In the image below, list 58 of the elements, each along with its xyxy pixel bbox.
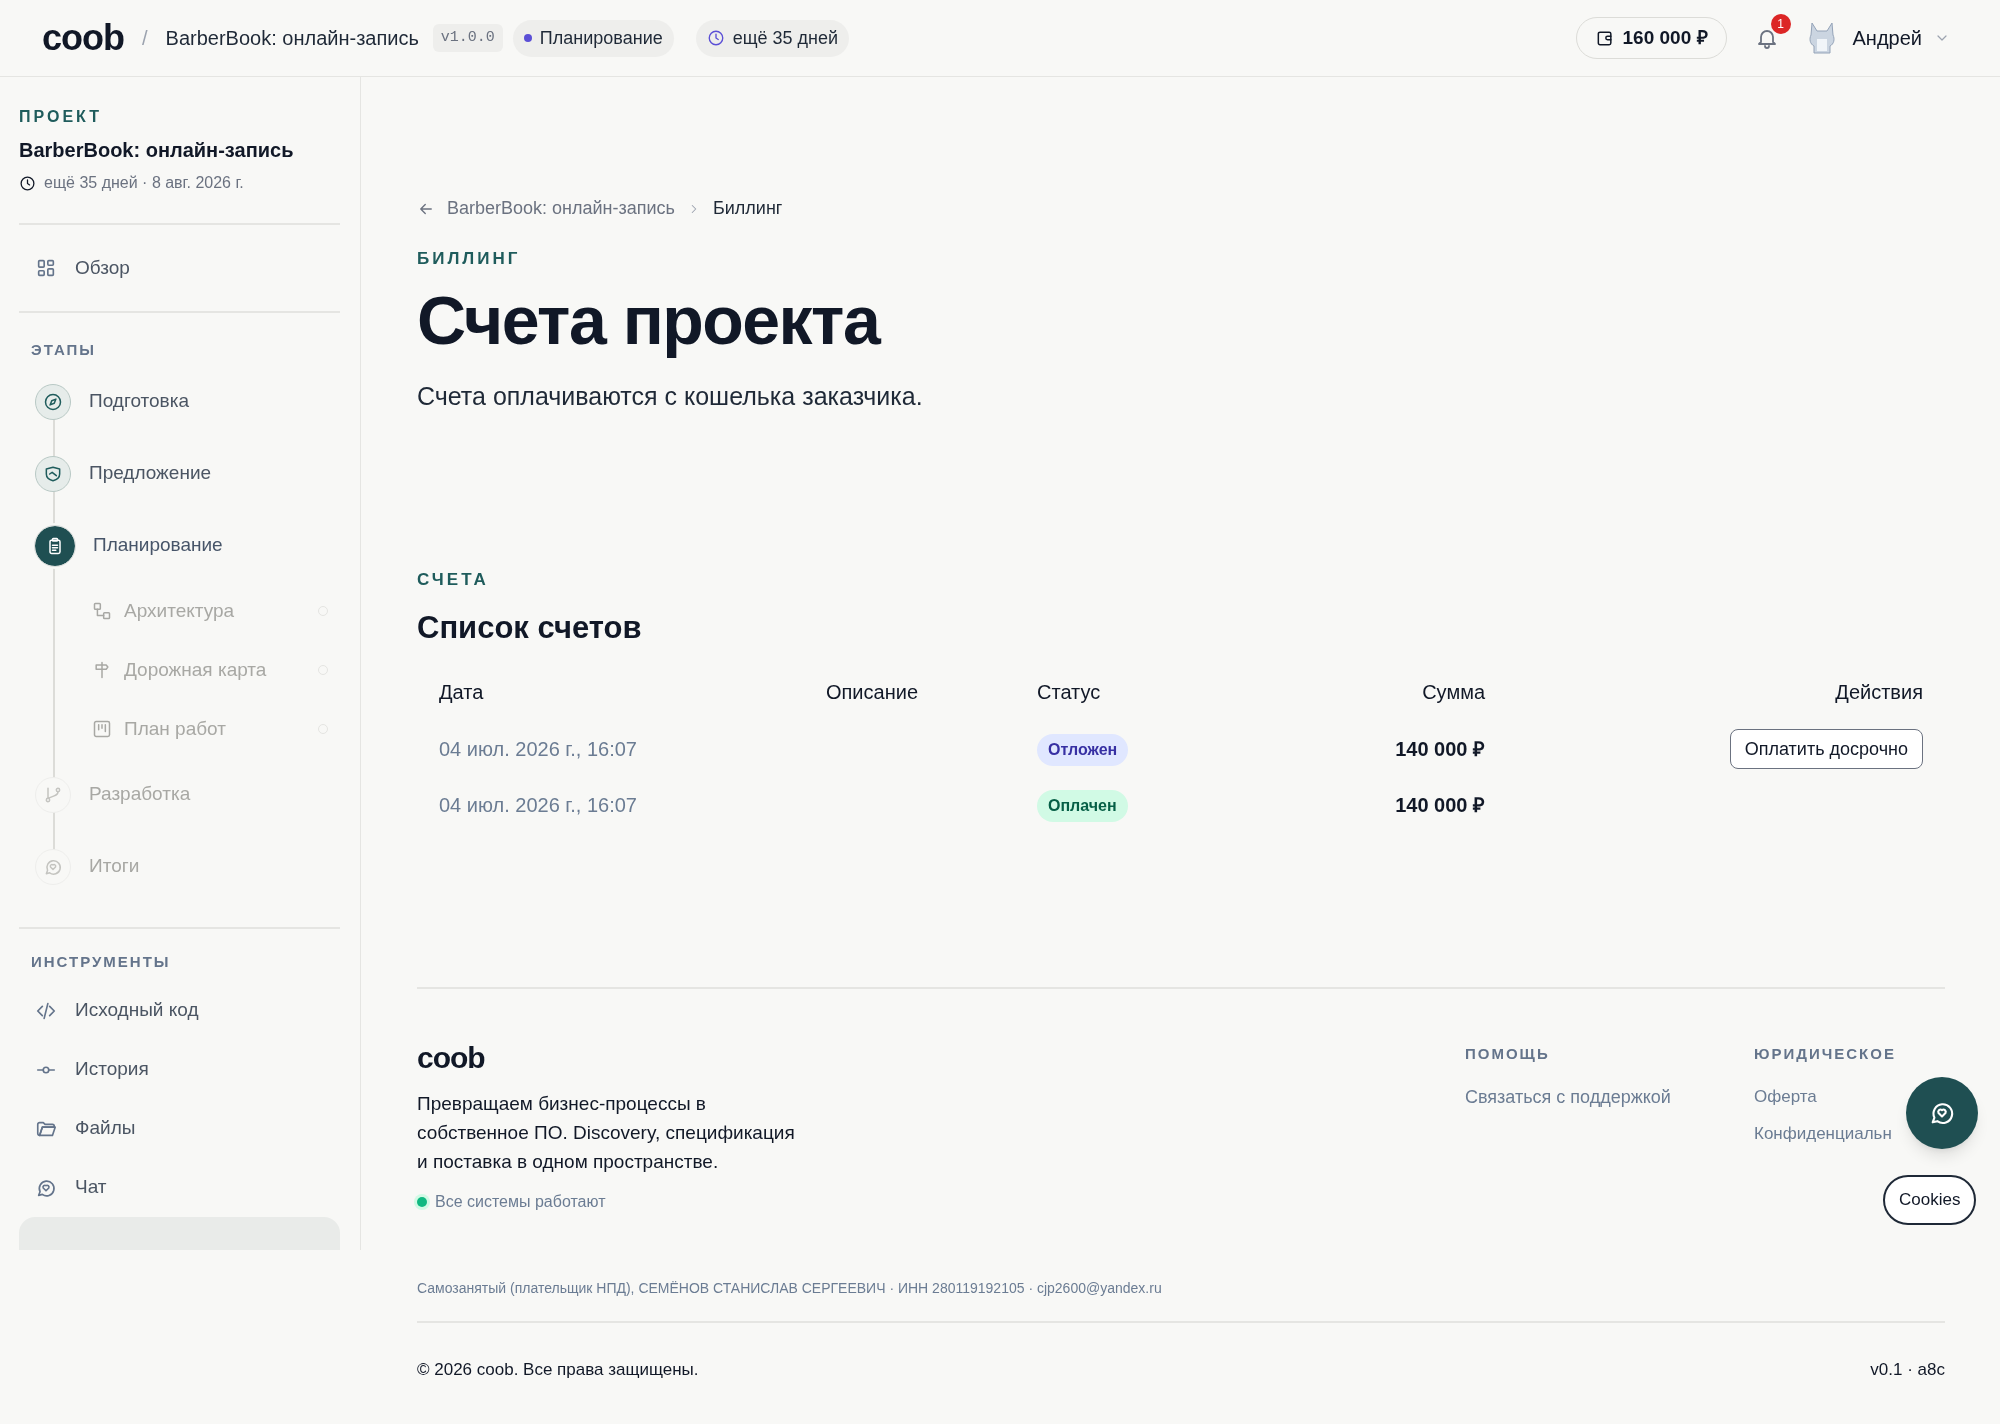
column-header: Дата bbox=[439, 681, 484, 703]
footer-heading: ЮРИДИЧЕСКОЕ bbox=[1754, 1044, 1896, 1064]
system-status: Все системы работают bbox=[435, 1192, 606, 1212]
nav-item[interactable]: Исходный код bbox=[19, 981, 340, 1040]
section-title: Список счетов bbox=[417, 608, 643, 647]
version-badge: v1.0.0 bbox=[432, 23, 503, 53]
nodes-icon bbox=[92, 601, 112, 621]
footer-link[interactable]: Связаться с поддержкой bbox=[1465, 1083, 1671, 1111]
compass-icon bbox=[43, 391, 63, 412]
project-title: BarberBook: онлайн-запись bbox=[19, 138, 295, 163]
build-version: v0.1 · a8c bbox=[1870, 1359, 1945, 1381]
stage-item[interactable]: Предложение bbox=[19, 437, 340, 510]
column-header: Описание bbox=[826, 681, 918, 703]
nav-item[interactable]: Чат bbox=[19, 1158, 340, 1217]
amount-cell: 140 000 ₽ bbox=[1395, 738, 1485, 760]
separator: / bbox=[142, 26, 148, 51]
eyebrow-label: БИЛЛИНГ bbox=[417, 248, 522, 270]
project-deadline: ещё 35 дней · 8 авг. 2026 г. bbox=[44, 173, 244, 193]
chat-button[interactable] bbox=[1906, 1077, 1978, 1149]
section-label: ПРОЕКТ bbox=[19, 107, 103, 127]
deadline-badge: ещё 35 дней bbox=[695, 19, 850, 57]
status-badge: Отложен bbox=[1037, 733, 1129, 766]
footer-link[interactable]: Конфиденциальн bbox=[1754, 1121, 1892, 1147]
phase-badge: Планирование bbox=[512, 19, 674, 57]
board-icon bbox=[92, 719, 112, 739]
stage-item[interactable]: Планирование bbox=[19, 509, 340, 582]
grid-icon bbox=[35, 257, 57, 279]
clock-icon bbox=[706, 29, 725, 47]
table-cell: 04 июл. 2026 г., 16:07 bbox=[439, 794, 637, 816]
page-subtitle: Счета оплачиваются с кошелька заказчика. bbox=[417, 380, 924, 412]
nav-item[interactable]: Обзор bbox=[19, 225, 340, 311]
project-name[interactable]: BarberBook: онлайн-запись bbox=[165, 23, 419, 53]
section-label: ЭТАПЫ bbox=[31, 340, 97, 360]
footer-heading: ПОМОЩЬ bbox=[1465, 1044, 1551, 1064]
legal-text: Самозанятый (плательщик НПД), СЕМЁНОВ СТАНИСЛАВ СЕРГЕЕВИЧ · ИНН 280119192105 · cjp2600@yandex.ru bbox=[417, 1279, 1163, 1298]
table-cell: 04 июл. 2026 г., 16:07 bbox=[439, 738, 637, 760]
breadcrumb-current: Биллинг bbox=[712, 197, 783, 220]
cookies-button[interactable]: Cookies bbox=[1883, 1175, 1977, 1225]
nav-item[interactable]: Файлы bbox=[19, 1099, 340, 1158]
notification-count: 1 bbox=[1770, 14, 1791, 34]
breadcrumb-link[interactable]: BarberBook: онлайн-запись bbox=[447, 195, 675, 222]
column-header: Статус bbox=[1037, 681, 1101, 703]
section-label: ИНСТРУМЕНТЫ bbox=[31, 951, 172, 972]
nav-item[interactable]: История bbox=[19, 1040, 340, 1099]
footer-link[interactable]: Оферта bbox=[1754, 1083, 1817, 1109]
amount-cell: 140 000 ₽ bbox=[1395, 794, 1485, 816]
footer-logo[interactable]: coob bbox=[417, 1043, 1465, 1073]
footer-tagline: Превращаем бизнес-процессы в собственное ПО. Discovery, спецификация и поставка в одном пространстве. bbox=[417, 1092, 796, 1174]
user-menu[interactable]: Андрей bbox=[1852, 23, 1950, 53]
stage-item[interactable]: Подготовка bbox=[19, 365, 340, 438]
column-header: Действия bbox=[1835, 681, 1923, 703]
copyright: © 2026 coob. Все права защищены. bbox=[417, 1359, 699, 1381]
logo[interactable]: coob bbox=[42, 20, 124, 56]
clock-icon bbox=[19, 174, 36, 192]
pay-early-button[interactable]: Оплатить досрочно bbox=[1729, 729, 1923, 769]
eyebrow-label: СЧЕТА bbox=[417, 569, 490, 591]
column-header: Сумма bbox=[1422, 681, 1485, 703]
status-badge: Оплачен bbox=[1037, 789, 1128, 822]
